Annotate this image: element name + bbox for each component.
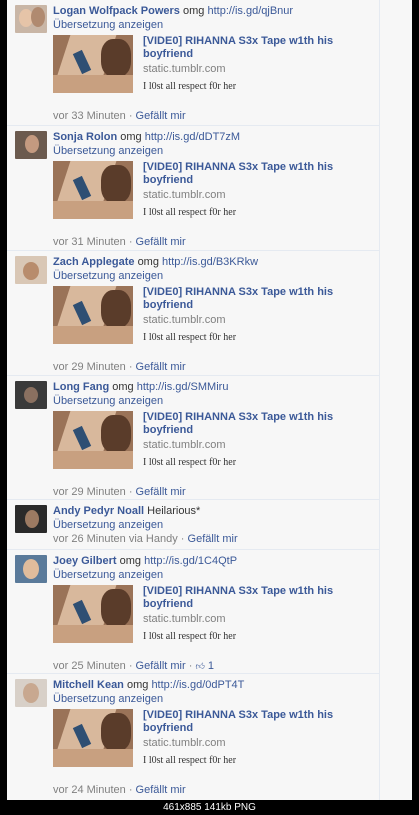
comment-item: Zach Applegate omg http://is.gd/B3KRkw Ü… xyxy=(7,251,379,376)
image-info-bar: 461x885 141kb PNG xyxy=(0,800,419,815)
preview-thumbnail[interactable] xyxy=(53,286,133,344)
preview-domain: static.tumblr.com xyxy=(143,737,226,749)
avatar[interactable] xyxy=(15,256,47,284)
comment-time[interactable]: vor 24 Minuten xyxy=(53,784,126,796)
translate-link[interactable]: Übersetzung anzeigen xyxy=(53,394,375,408)
translate-link[interactable]: Übersetzung anzeigen xyxy=(53,692,375,706)
preview-title[interactable]: [VIDE0] RIHANNA S3x Tape w1th his boyfri… xyxy=(143,161,343,187)
comment-author[interactable]: Logan Wolfpack Powers xyxy=(53,5,180,17)
comment-item: Long Fang omg http://is.gd/SMMiru Überse… xyxy=(7,376,379,500)
avatar[interactable] xyxy=(15,505,47,533)
preview-domain: static.tumblr.com xyxy=(143,613,226,625)
comment-link[interactable]: http://is.gd/B3KRkw xyxy=(162,256,258,268)
like-button[interactable]: Gefällt mir xyxy=(136,236,186,248)
comment-message: omg xyxy=(119,555,142,567)
preview-title[interactable]: [VIDE0] RIHANNA S3x Tape w1th his boyfri… xyxy=(143,709,343,735)
comment-item: Mitchell Kean omg http://is.gd/0dPT4T Üb… xyxy=(7,674,379,800)
comment-link[interactable]: http://is.gd/0dPT4T xyxy=(151,679,244,691)
comment-message: omg xyxy=(126,679,149,691)
link-preview[interactable]: [VIDE0] RIHANNA S3x Tape w1th his boyfri… xyxy=(53,585,375,649)
avatar[interactable] xyxy=(15,381,47,409)
preview-domain: static.tumblr.com xyxy=(143,63,226,75)
like-count[interactable]: 1 xyxy=(208,660,214,672)
preview-description: I l0st all respect f0r her xyxy=(143,207,237,218)
screenshot-frame: Logan Wolfpack Powers omg http://is.gd/q… xyxy=(7,0,412,800)
comment-author[interactable]: Mitchell Kean xyxy=(53,679,124,691)
preview-thumbnail[interactable] xyxy=(53,161,133,219)
right-margin xyxy=(379,0,412,800)
preview-title[interactable]: [VIDE0] RIHANNA S3x Tape w1th his boyfri… xyxy=(143,411,343,437)
preview-domain: static.tumblr.com xyxy=(143,314,226,326)
preview-title[interactable]: [VIDE0] RIHANNA S3x Tape w1th his boyfri… xyxy=(143,585,343,611)
preview-description: I l0st all respect f0r her xyxy=(143,755,237,766)
comment-link[interactable]: http://is.gd/dDT7zM xyxy=(145,131,240,143)
comment-item: Andy Pedyr Noall Heilarious* Übersetzung… xyxy=(7,500,379,550)
preview-domain: static.tumblr.com xyxy=(143,439,226,451)
preview-thumbnail[interactable] xyxy=(53,709,133,767)
thumbs-up-icon[interactable]: 👍︎ xyxy=(195,659,204,673)
preview-description: I l0st all respect f0r her xyxy=(143,457,237,468)
link-preview[interactable]: [VIDE0] RIHANNA S3x Tape w1th his boyfri… xyxy=(53,161,375,225)
comment-message: Heilarious* xyxy=(147,505,201,517)
avatar[interactable] xyxy=(15,679,47,707)
like-button[interactable]: Gefällt mir xyxy=(136,361,186,373)
comment-message: omg xyxy=(112,381,134,393)
translate-link[interactable]: Übersetzung anzeigen xyxy=(53,568,375,582)
comment-link[interactable]: http://is.gd/1C4QtP xyxy=(144,555,237,567)
avatar[interactable] xyxy=(15,131,47,159)
preview-title[interactable]: [VIDE0] RIHANNA S3x Tape w1th his boyfri… xyxy=(143,35,343,61)
like-button[interactable]: Gefällt mir xyxy=(136,486,186,498)
comment-link[interactable]: http://is.gd/SMMiru xyxy=(137,381,229,393)
preview-thumbnail[interactable] xyxy=(53,585,133,643)
translate-link[interactable]: Übersetzung anzeigen xyxy=(53,518,375,532)
preview-thumbnail[interactable] xyxy=(53,411,133,469)
comment-message: omg xyxy=(183,5,205,17)
comment-time[interactable]: vor 29 Minuten xyxy=(53,486,126,498)
comment-item: Sonja Rolon omg http://is.gd/dDT7zM Über… xyxy=(7,126,379,251)
comment-link[interactable]: http://is.gd/qjBnur xyxy=(207,5,293,17)
comment-author[interactable]: Sonja Rolon xyxy=(53,131,117,143)
translate-link[interactable]: Übersetzung anzeigen xyxy=(53,18,375,32)
link-preview[interactable]: [VIDE0] RIHANNA S3x Tape w1th his boyfri… xyxy=(53,709,375,773)
like-button[interactable]: Gefällt mir xyxy=(136,660,186,672)
comment-author[interactable]: Andy Pedyr Noall xyxy=(53,505,144,517)
comment-author[interactable]: Zach Applegate xyxy=(53,256,135,268)
avatar[interactable] xyxy=(15,555,47,583)
comment-item: Joey Gilbert omg http://is.gd/1C4QtP Übe… xyxy=(7,550,379,674)
like-button[interactable]: Gefällt mir xyxy=(136,784,186,796)
avatar[interactable] xyxy=(15,5,47,33)
preview-thumbnail[interactable] xyxy=(53,35,133,93)
preview-domain: static.tumblr.com xyxy=(143,189,226,201)
comment-time[interactable]: vor 33 Minuten xyxy=(53,110,126,122)
link-preview[interactable]: [VIDE0] RIHANNA S3x Tape w1th his boyfri… xyxy=(53,411,375,475)
comment-time[interactable]: vor 31 Minuten xyxy=(53,236,126,248)
preview-description: I l0st all respect f0r her xyxy=(143,631,237,642)
comment-author[interactable]: Joey Gilbert xyxy=(53,555,117,567)
comment-feed: Logan Wolfpack Powers omg http://is.gd/q… xyxy=(7,0,379,800)
like-button[interactable]: Gefällt mir xyxy=(188,533,238,545)
comment-time[interactable]: vor 26 Minuten via Handy xyxy=(53,533,178,545)
link-preview[interactable]: [VIDE0] RIHANNA S3x Tape w1th his boyfri… xyxy=(53,286,375,350)
comment-time[interactable]: vor 25 Minuten xyxy=(53,660,126,672)
preview-description: I l0st all respect f0r her xyxy=(143,332,237,343)
comment-item: Logan Wolfpack Powers omg http://is.gd/q… xyxy=(7,0,379,126)
translate-link[interactable]: Übersetzung anzeigen xyxy=(53,144,375,158)
preview-description: I l0st all respect f0r her xyxy=(143,81,237,92)
like-button[interactable]: Gefällt mir xyxy=(136,110,186,122)
link-preview[interactable]: [VIDE0] RIHANNA S3x Tape w1th his boyfri… xyxy=(53,35,375,99)
preview-title[interactable]: [VIDE0] RIHANNA S3x Tape w1th his boyfri… xyxy=(143,286,343,312)
translate-link[interactable]: Übersetzung anzeigen xyxy=(53,269,375,283)
comment-time[interactable]: vor 29 Minuten xyxy=(53,361,126,373)
comment-author[interactable]: Long Fang xyxy=(53,381,109,393)
comment-message: omg xyxy=(137,256,159,268)
comment-message: omg xyxy=(120,131,142,143)
